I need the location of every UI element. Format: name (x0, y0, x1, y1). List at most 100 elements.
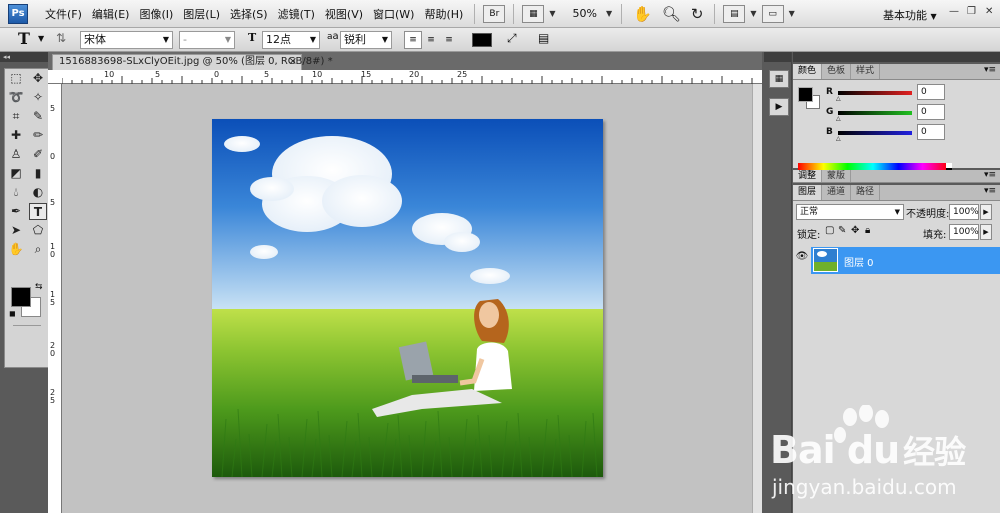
channel-b-value[interactable]: 0 (917, 124, 945, 140)
close-icon[interactable]: ✕ (985, 6, 993, 17)
marquee-tool-icon[interactable]: ⬚ (7, 70, 25, 87)
menu-image[interactable]: 图像(I) (134, 6, 178, 22)
layer-row[interactable]: 图层 0 (811, 247, 1000, 274)
channel-b-slider[interactable] (838, 131, 912, 135)
dodge-tool-icon[interactable]: ◐ (29, 184, 47, 201)
opacity-input[interactable]: 100% (949, 204, 979, 220)
bridge-button[interactable]: Br (483, 4, 506, 23)
tab-layers[interactable]: 图层 (793, 185, 823, 200)
rotate-view-icon[interactable]: ↻ (691, 5, 704, 23)
restore-icon[interactable]: ❐ (967, 6, 976, 17)
path-selection-tool-icon[interactable]: ➤ (7, 222, 25, 239)
warp-text-icon[interactable]: ⤢ (507, 31, 517, 49)
foreground-color-swatch[interactable] (798, 87, 813, 102)
opacity-slider-button[interactable]: ▶ (980, 204, 992, 220)
character-panel-icon[interactable]: ▤ (538, 31, 549, 49)
lock-transparency-icon[interactable]: ▢ (825, 225, 834, 236)
pen-tool-icon[interactable]: ✒ (7, 203, 25, 220)
swap-colors-icon[interactable]: ⇆ (35, 282, 43, 292)
history-icon[interactable]: ▦ (769, 70, 789, 88)
menu-layer[interactable]: 图层(L) (178, 6, 225, 22)
font-style-select[interactable]: - ▼ (179, 31, 235, 49)
chevron-down-icon[interactable]: ▼ (38, 34, 44, 52)
tab-color[interactable]: 颜色 (793, 64, 823, 79)
blend-mode-select[interactable]: 正常 ▼ (796, 204, 904, 220)
brush-tool-icon[interactable]: ✏ (29, 127, 47, 144)
tab-masks[interactable]: 蒙版 (822, 170, 852, 182)
channel-g-slider[interactable] (838, 111, 912, 115)
vertical-scrollbar[interactable] (752, 84, 762, 513)
move-tool-icon[interactable]: ✥ (29, 70, 47, 87)
view-extras-icon[interactable]: ▦ (522, 4, 545, 23)
canvas-area[interactable]: 10 5 0 5 10 15 20 25 5 0 5 1 0 1 5 2 0 2… (48, 70, 762, 513)
fill-slider-button[interactable]: ▶ (980, 224, 992, 240)
tab-styles[interactable]: 样式 (851, 64, 881, 79)
text-orientation-icon[interactable]: ⇅ (56, 31, 66, 49)
lock-all-icon[interactable]: 🔒︎ (865, 225, 870, 236)
tab-adjustments[interactable]: 调整 (793, 170, 823, 182)
screen-mode-icon[interactable]: ▭ (761, 4, 784, 23)
channel-g-thumb[interactable]: △ (836, 116, 842, 122)
menu-file[interactable]: 文件(F) (40, 6, 87, 22)
menu-help[interactable]: 帮助(H) (419, 6, 468, 22)
anti-alias-select[interactable]: 锐利 ▼ (340, 31, 392, 49)
lock-position-icon[interactable]: ✥ (851, 225, 859, 236)
menu-window[interactable]: 窗口(W) (368, 6, 419, 22)
foreground-color-swatch[interactable] (11, 287, 31, 307)
channel-r-thumb[interactable]: △ (836, 96, 842, 102)
panel-menu-icon[interactable]: ▾≡ (984, 170, 996, 180)
chevron-down-icon[interactable]: ▼ (549, 9, 555, 18)
magic-wand-tool-icon[interactable]: ✧ (29, 89, 47, 106)
font-size-select[interactable]: 12点 ▼ (262, 31, 320, 49)
tab-channels[interactable]: 通道 (822, 185, 852, 200)
menu-view[interactable]: 视图(V) (320, 6, 368, 22)
chevron-down-icon[interactable]: ▼ (750, 9, 756, 18)
channel-b-thumb[interactable]: △ (836, 136, 842, 142)
hand-icon[interactable]: ✋ (633, 5, 652, 23)
chevron-down-icon[interactable]: ▼ (789, 9, 795, 18)
zoom-icon[interactable]: 🔍︎ (662, 5, 681, 23)
layer-visibility-eye-icon[interactable]: 👁︎ (795, 251, 809, 262)
channel-g-value[interactable]: 0 (917, 104, 945, 120)
menu-filter[interactable]: 滤镜(T) (273, 6, 320, 22)
text-color-swatch[interactable] (472, 33, 492, 47)
zoom-tool-icon[interactable]: ⌕ (29, 241, 47, 258)
menu-select[interactable]: 选择(S) (225, 6, 273, 22)
lock-pixels-icon[interactable]: ✎ (838, 225, 846, 236)
align-right-button[interactable]: ≡ (440, 31, 458, 49)
close-icon[interactable]: × (289, 55, 297, 69)
blur-tool-icon[interactable]: 💧︎ (7, 184, 25, 201)
minimize-icon[interactable]: — (949, 6, 959, 17)
tab-paths[interactable]: 路径 (851, 185, 881, 200)
tab-swatches[interactable]: 色板 (822, 64, 852, 79)
eyedropper-tool-icon[interactable]: ✎ (29, 108, 47, 125)
font-family-select[interactable]: 宋体 ▼ (80, 31, 173, 49)
type-tool-icon[interactable]: T (29, 203, 47, 220)
zoom-level[interactable]: 50% (573, 7, 597, 20)
workspace-switcher[interactable]: 基本功能 ▼ (883, 7, 937, 23)
eraser-tool-icon[interactable]: ◩ (7, 165, 25, 182)
arrange-documents-icon[interactable]: ▤ (723, 4, 746, 23)
align-left-button[interactable]: ≡ (404, 31, 422, 49)
text-tool-preset[interactable]: T (18, 29, 30, 48)
default-colors-icon[interactable]: ◼ (9, 309, 16, 318)
gradient-tool-icon[interactable]: ▮ (29, 165, 47, 182)
healing-brush-tool-icon[interactable]: ✚ (7, 127, 25, 144)
panel-menu-icon[interactable]: ▾≡ (984, 186, 996, 196)
fill-input[interactable]: 100% (949, 224, 979, 240)
panel-menu-icon[interactable]: ▾≡ (984, 65, 996, 75)
document-tab[interactable]: 1516883698-SLxClyOEit.jpg @ 50% (图层 0, R… (52, 54, 333, 70)
crop-tool-icon[interactable]: ⌗ (7, 108, 25, 125)
clone-stamp-tool-icon[interactable]: ♙ (7, 146, 25, 163)
align-center-button[interactable]: ≡ (422, 31, 440, 49)
hand-tool-icon[interactable]: ✋ (7, 241, 25, 258)
channel-r-slider[interactable] (838, 91, 912, 95)
chevron-down-icon[interactable]: ▼ (606, 9, 612, 18)
channel-r-value[interactable]: 0 (917, 84, 945, 100)
lasso-tool-icon[interactable]: ➰ (7, 89, 25, 106)
document-image[interactable] (212, 119, 603, 477)
actions-icon[interactable]: ▶ (769, 98, 789, 116)
menu-edit[interactable]: 编辑(E) (87, 6, 135, 22)
history-brush-tool-icon[interactable]: ✐ (29, 146, 47, 163)
shape-tool-icon[interactable]: ⬠ (29, 222, 47, 239)
